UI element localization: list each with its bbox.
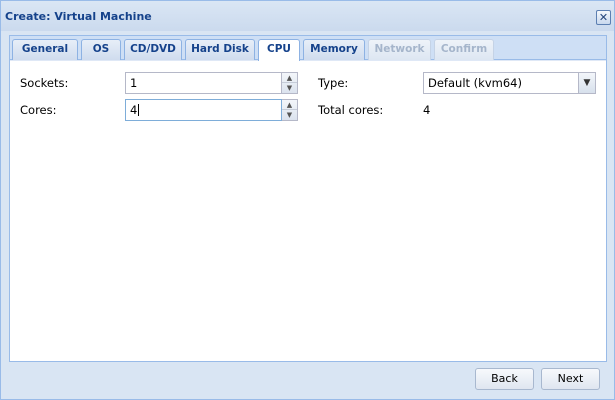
tab-general[interactable]: General (12, 39, 78, 60)
tab-bar: General OS CD/DVD Hard Disk CPU Memory N… (10, 36, 606, 61)
spinner-up-icon[interactable]: ▲ (282, 100, 297, 110)
create-vm-window: Create: Virtual Machine ✕ General OS CD/… (0, 0, 615, 400)
window-titlebar[interactable]: Create: Virtual Machine ✕ (1, 1, 614, 31)
sockets-input[interactable]: 1 (125, 72, 282, 94)
tab-confirm: Confirm (434, 39, 494, 60)
close-icon[interactable]: ✕ (596, 10, 611, 25)
cores-input[interactable]: 4 (125, 99, 282, 121)
chevron-down-icon[interactable]: ▼ (579, 72, 596, 94)
cpu-type-value: Default (kvm64) (428, 76, 522, 90)
cores-spinner[interactable]: ▲ ▼ (282, 99, 298, 121)
back-button[interactable]: Back (475, 368, 534, 390)
cpu-type-select[interactable]: Default (kvm64) (423, 72, 579, 94)
tab-memory[interactable]: Memory (303, 39, 365, 60)
sockets-value: 1 (130, 76, 138, 90)
tab-network: Network (368, 39, 431, 60)
text-cursor (138, 104, 140, 116)
cpu-form: Sockets: 1 ▲ ▼ Cores: 4 ▲ ▼ Type: Defaul… (10, 61, 606, 361)
sockets-spinner[interactable]: ▲ ▼ (282, 72, 298, 94)
tab-cpu[interactable]: CPU (258, 39, 300, 61)
sockets-label: Sockets: (20, 76, 69, 90)
cores-value: 4 (130, 103, 138, 117)
next-button[interactable]: Next (541, 368, 600, 390)
spinner-up-icon[interactable]: ▲ (282, 73, 297, 83)
tab-hard-disk[interactable]: Hard Disk (185, 39, 255, 60)
spinner-down-icon[interactable]: ▼ (282, 110, 297, 120)
tab-panel: General OS CD/DVD Hard Disk CPU Memory N… (9, 35, 607, 362)
spinner-down-icon[interactable]: ▼ (282, 83, 297, 93)
tab-os[interactable]: OS (81, 39, 121, 60)
total-cores-label: Total cores: (318, 103, 384, 117)
window-title: Create: Virtual Machine (5, 10, 152, 23)
type-label: Type: (318, 76, 349, 90)
total-cores-value: 4 (423, 103, 431, 117)
tab-cd-dvd[interactable]: CD/DVD (124, 39, 182, 60)
cores-label: Cores: (20, 103, 57, 117)
